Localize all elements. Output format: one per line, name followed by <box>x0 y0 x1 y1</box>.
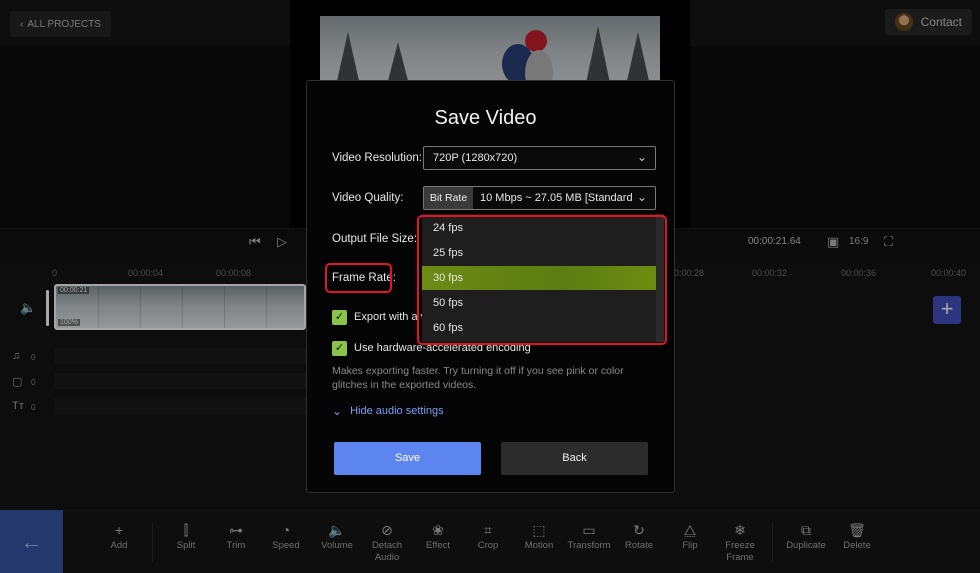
chevron-down-icon: ⌄ <box>332 404 343 418</box>
quality-label: Video Quality: <box>332 192 404 204</box>
resolution-select[interactable]: 720P (1280x720) ⌄ <box>423 146 656 170</box>
save-button[interactable]: Save <box>334 442 481 475</box>
quality-value: 10 Mbps ~ 27.05 MB [Standard <box>480 192 633 204</box>
dialog-title-row: Save Video <box>0 107 980 130</box>
back-button[interactable]: Back <box>501 442 648 475</box>
hide-audio-toggle[interactable]: ⌄ Hide audio settings <box>332 404 444 418</box>
hw-encoding-checkbox[interactable]: ✓ <box>332 341 347 356</box>
quality-select[interactable]: Bit Rate 10 Mbps ~ 27.05 MB [Standard ⌄ <box>423 186 656 210</box>
export-checkbox[interactable]: ✓ <box>332 310 347 325</box>
dropdown-highlight <box>417 215 667 345</box>
resolution-label: Video Resolution: <box>332 152 422 164</box>
dialog-title: Save Video <box>434 107 537 129</box>
hide-audio-label: Hide audio settings <box>350 405 444 417</box>
output-size-label: Output File Size: <box>332 233 418 245</box>
bitrate-tag: Bit Rate <box>424 187 473 209</box>
frame-rate-highlight <box>325 263 392 293</box>
chevron-down-icon: ⌄ <box>636 150 647 164</box>
export-label: Export with a v <box>354 311 427 323</box>
chevron-down-icon: ⌄ <box>636 190 647 204</box>
hw-encoding-hint: Makes exporting faster. Try turning it o… <box>332 365 624 391</box>
resolution-value: 720P (1280x720) <box>433 152 518 164</box>
